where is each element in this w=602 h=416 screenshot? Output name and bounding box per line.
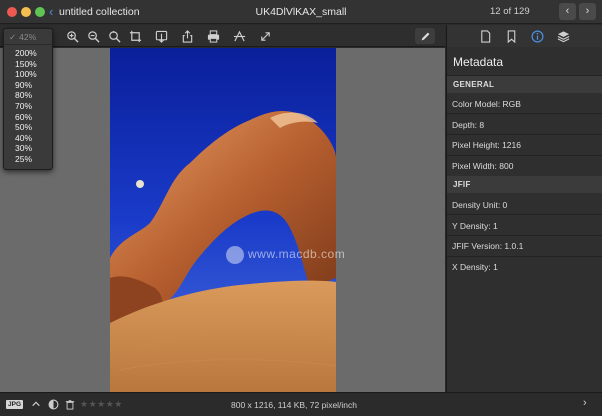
minimize-window-button[interactable] xyxy=(21,7,31,17)
metadata-property: Pixel Height: 1216 xyxy=(452,140,521,150)
divider xyxy=(447,256,602,257)
divider xyxy=(447,235,602,236)
trash-icon[interactable] xyxy=(64,398,76,410)
file-format-badge: JPG xyxy=(6,400,24,409)
zoom-options-list: 200% 150% 100% 90% 80% 70% 60% 50% 40% 3… xyxy=(4,48,52,165)
metadata-property: X Density: 1 xyxy=(452,262,498,272)
metadata-property: Pixel Width: 800 xyxy=(452,161,514,171)
divider xyxy=(447,155,602,156)
zoom-option[interactable]: 50% xyxy=(4,122,52,133)
collection-name[interactable]: untitled collection xyxy=(59,6,140,18)
adjust-icon[interactable] xyxy=(231,28,247,44)
inspector-panel: Metadata GENERAL Color Model: RGB Depth:… xyxy=(446,25,602,392)
status-bar: JPG ★★★★★ 800 x 1216, 114 KB, 72 pixel/i… xyxy=(0,392,602,416)
checkmark-icon: ✓ xyxy=(9,32,17,42)
share-icon[interactable] xyxy=(179,28,195,44)
divider xyxy=(447,134,602,135)
toolbar xyxy=(0,25,445,47)
watermark-text: www.macdb.com xyxy=(226,246,345,264)
zoom-option[interactable]: 200% xyxy=(4,48,52,59)
zoom-option[interactable]: 80% xyxy=(4,90,52,101)
next-image-button[interactable]: › xyxy=(579,3,596,20)
metadata-property: Density Unit: 0 xyxy=(452,200,508,210)
section-header-general: GENERAL xyxy=(447,76,602,93)
zoom-option[interactable]: 150% xyxy=(4,59,52,70)
zoom-option[interactable]: 70% xyxy=(4,101,52,112)
print-icon[interactable] xyxy=(205,28,221,44)
inspector-title: Metadata xyxy=(453,55,504,69)
contrast-icon[interactable] xyxy=(47,398,59,410)
previous-image-button[interactable]: ‹ xyxy=(559,3,576,20)
chevron-right-icon[interactable]: › xyxy=(583,397,587,409)
title-bar: ‹ untitled collection UK4DlVlKAX_small 1… xyxy=(0,0,602,24)
photo-preview xyxy=(110,48,336,392)
zoom-fit-icon[interactable] xyxy=(106,28,122,44)
zoom-option[interactable]: 100% xyxy=(4,69,52,80)
image-counter: 12 of 129 xyxy=(490,6,530,17)
zoom-option[interactable]: 90% xyxy=(4,80,52,91)
metadata-property: Y Density: 1 xyxy=(452,221,498,231)
watermark-logo-icon xyxy=(226,246,244,264)
metadata-property: JFIF Version: 1.0.1 xyxy=(452,241,524,251)
zoom-dropdown-menu: ✓ 42% 200% 150% 100% 90% 80% 70% 60% 50% … xyxy=(3,28,53,170)
zoom-option[interactable]: 30% xyxy=(4,143,52,154)
zoom-option[interactable]: 60% xyxy=(4,112,52,123)
zoom-window-button[interactable] xyxy=(35,7,45,17)
bookmark-icon[interactable] xyxy=(503,28,519,44)
divider xyxy=(447,214,602,215)
back-chevron-icon[interactable]: ‹ xyxy=(49,4,53,19)
import-icon[interactable] xyxy=(153,28,169,44)
image-info-text: 800 x 1216, 114 KB, 72 pixel/inch xyxy=(231,400,358,410)
chevron-up-icon[interactable] xyxy=(30,398,42,410)
image-canvas[interactable]: www.macdb.com xyxy=(0,48,445,392)
document-icon[interactable] xyxy=(477,28,493,44)
zoom-current-value[interactable]: ✓ 42% xyxy=(4,29,52,45)
metadata-property: Depth: 8 xyxy=(452,120,485,130)
rating-stars[interactable]: ★★★★★ xyxy=(80,399,123,410)
zoom-option[interactable]: 40% xyxy=(4,133,52,144)
section-header-jfif: JFIF xyxy=(447,176,602,193)
layers-icon[interactable] xyxy=(555,28,571,44)
metadata-property: Color Model: RGB xyxy=(452,99,521,109)
zoom-option[interactable]: 25% xyxy=(4,154,52,165)
pencil-icon[interactable] xyxy=(415,28,435,44)
crop-icon[interactable] xyxy=(127,28,143,44)
zoom-out-icon[interactable] xyxy=(85,28,101,44)
inspector-tabs xyxy=(447,25,602,47)
divider xyxy=(447,113,602,114)
info-icon[interactable] xyxy=(529,28,545,44)
fullscreen-icon[interactable] xyxy=(257,28,273,44)
close-window-button[interactable] xyxy=(7,7,17,17)
zoom-in-icon[interactable] xyxy=(64,28,80,44)
